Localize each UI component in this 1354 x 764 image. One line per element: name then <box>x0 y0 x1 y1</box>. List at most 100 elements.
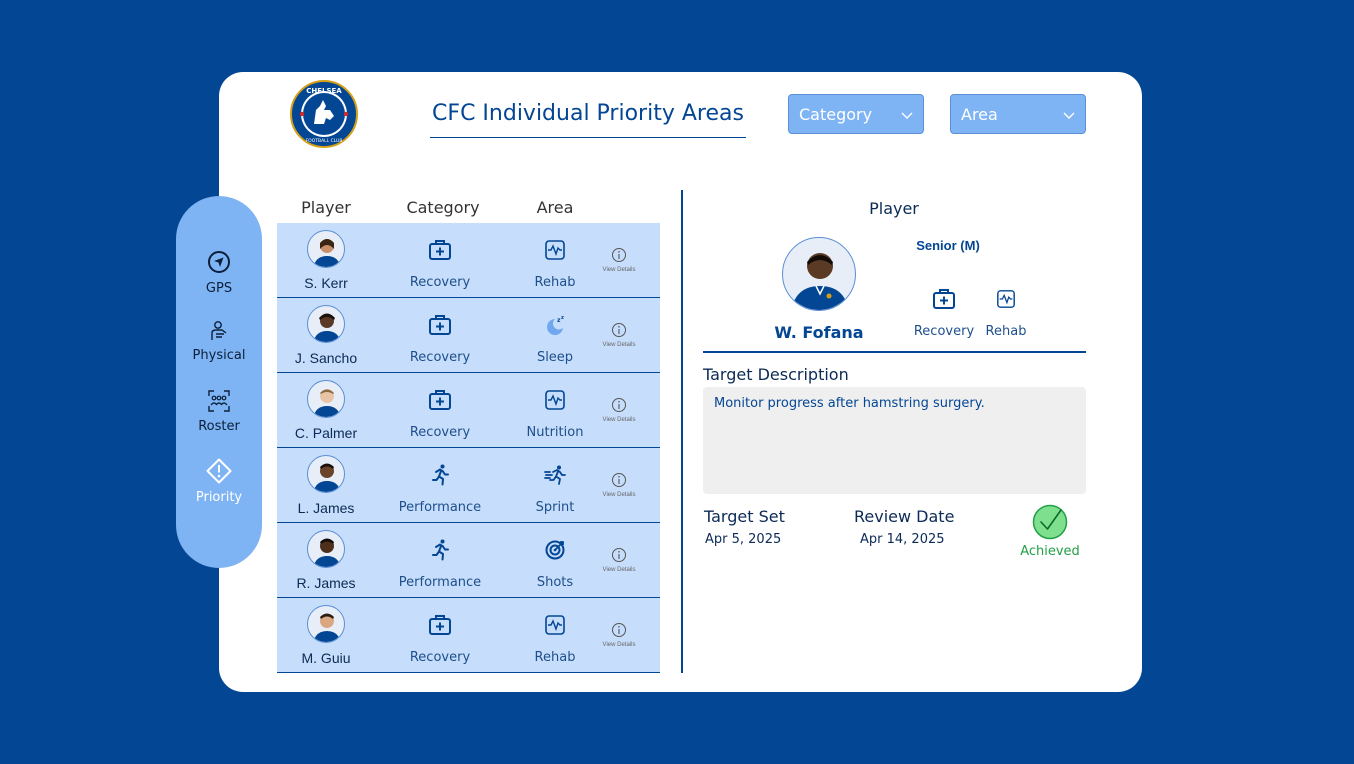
player-name: S. Kerr <box>304 275 348 291</box>
category-label: Recovery <box>409 650 471 665</box>
first-aid-icon <box>429 315 451 335</box>
selected-player-name: W. Fofana <box>774 323 864 342</box>
target-description-box[interactable]: Monitor progress after hamstring surgery… <box>703 387 1086 494</box>
sidebar-item-label: Roster <box>198 419 240 434</box>
svg-text:CHELSEA: CHELSEA <box>306 87 342 95</box>
category-label: Performance <box>398 500 482 515</box>
area-label: Rehab <box>534 275 576 290</box>
review-date-value: Apr 14, 2025 <box>860 532 945 547</box>
target-set-label: Target Set <box>704 507 785 526</box>
activity-icon <box>545 240 565 260</box>
sidebar-nav: GPS Physical Roster Priority <box>176 196 262 568</box>
player-name: R. James <box>296 575 356 591</box>
player-level: Senior (M) <box>916 238 980 253</box>
info-icon[interactable] <box>611 397 627 413</box>
area-dropdown[interactable]: Area <box>950 94 1086 134</box>
info-icon[interactable] <box>611 622 627 638</box>
info-icon[interactable] <box>611 247 627 263</box>
first-aid-icon <box>429 390 451 410</box>
view-details-link[interactable]: View Details <box>595 267 643 273</box>
category-label: Recovery <box>409 425 471 440</box>
player-name: M. Guiu <box>301 650 351 666</box>
activity-icon <box>545 615 565 635</box>
sidebar-item-priority[interactable]: Priority <box>176 458 262 505</box>
sidebar-item-label: Physical <box>192 348 246 363</box>
navigation-icon <box>208 251 230 273</box>
panel-divider <box>681 190 683 673</box>
view-details-link[interactable]: View Details <box>595 567 643 573</box>
first-aid-icon <box>933 289 955 309</box>
roster-icon <box>208 390 230 412</box>
area-label: Shots <box>536 575 574 590</box>
svg-text:FOOTBALL CLUB: FOOTBALL CLUB <box>306 138 343 144</box>
physical-icon <box>211 321 227 340</box>
sprint-icon <box>544 465 566 485</box>
player-avatar <box>307 530 345 568</box>
detail-heading: Player <box>869 199 919 218</box>
column-header-category: Category <box>406 198 480 217</box>
view-details-link[interactable]: View Details <box>595 642 643 648</box>
page-title: CFC Individual Priority Areas <box>430 100 746 138</box>
selected-player-avatar <box>782 237 856 311</box>
sidebar-item-label: Priority <box>195 490 243 505</box>
area-label: Sleep <box>536 350 574 365</box>
category-label: Performance <box>398 575 482 590</box>
running-icon <box>432 464 449 486</box>
chevron-down-icon <box>1063 112 1075 119</box>
chevron-down-icon <box>901 112 913 119</box>
player-avatar <box>307 455 345 493</box>
category-dropdown[interactable]: Category <box>788 94 924 134</box>
target-icon <box>545 540 565 560</box>
player-avatar <box>307 230 345 268</box>
area-label: Nutrition <box>526 425 584 440</box>
sidebar-item-physical[interactable]: Physical <box>176 320 262 363</box>
status-badge: Achieved <box>1020 544 1080 559</box>
category-label: Recovery <box>409 350 471 365</box>
detail-divider <box>703 351 1086 353</box>
player-avatar <box>307 305 345 343</box>
column-header-player: Player <box>301 198 351 217</box>
activity-icon <box>997 290 1015 308</box>
review-date-label: Review Date <box>854 507 955 526</box>
area-label: Rehab <box>534 650 576 665</box>
player-name: C. Palmer <box>294 425 358 441</box>
detail-category-label: Recovery <box>913 324 975 339</box>
first-aid-icon <box>429 240 451 260</box>
table-row[interactable]: L. James Performance Sprint View Details <box>277 448 660 523</box>
sidebar-item-roster[interactable]: Roster <box>176 389 262 434</box>
target-description-label: Target Description <box>703 365 849 384</box>
info-icon[interactable] <box>611 547 627 563</box>
sleep-icon: zz <box>547 315 564 335</box>
activity-icon <box>545 390 565 410</box>
table-row[interactable]: R. James Performance Shots View Details <box>277 523 660 598</box>
check-circle-icon <box>1032 504 1068 540</box>
priority-icon <box>206 458 232 484</box>
chelsea-crest-logo: CHELSEA FOOTBALL CLUB <box>290 80 358 148</box>
first-aid-icon <box>429 615 451 635</box>
table-row[interactable]: J. Sancho Recovery zz Sleep View Details <box>277 298 660 373</box>
player-avatar <box>307 605 345 643</box>
area-label: Sprint <box>535 500 575 515</box>
player-avatar <box>307 380 345 418</box>
category-label: Recovery <box>409 275 471 290</box>
area-dropdown-label: Area <box>961 105 998 124</box>
view-details-link[interactable]: View Details <box>595 417 643 423</box>
column-header-area: Area <box>536 198 574 217</box>
player-table: S. Kerr Recovery Rehab View Details J. S… <box>277 223 660 674</box>
table-row[interactable]: C. Palmer Recovery Nutrition View Detail… <box>277 373 660 448</box>
sidebar-item-label: GPS <box>205 281 233 296</box>
sidebar-item-gps[interactable]: GPS <box>176 249 262 296</box>
detail-area-label: Rehab <box>985 324 1027 339</box>
info-icon[interactable] <box>611 472 627 488</box>
running-icon <box>432 539 449 561</box>
view-details-link[interactable]: View Details <box>595 342 643 348</box>
view-details-link[interactable]: View Details <box>595 492 643 498</box>
player-name: L. James <box>297 500 355 516</box>
player-name: J. Sancho <box>294 350 358 366</box>
table-row[interactable]: M. Guiu Recovery Rehab View Details <box>277 598 660 673</box>
svg-text:z: z <box>561 315 564 321</box>
info-icon[interactable] <box>611 322 627 338</box>
target-set-value: Apr 5, 2025 <box>705 532 782 547</box>
table-row[interactable]: S. Kerr Recovery Rehab View Details <box>277 223 660 298</box>
category-dropdown-label: Category <box>799 105 873 124</box>
